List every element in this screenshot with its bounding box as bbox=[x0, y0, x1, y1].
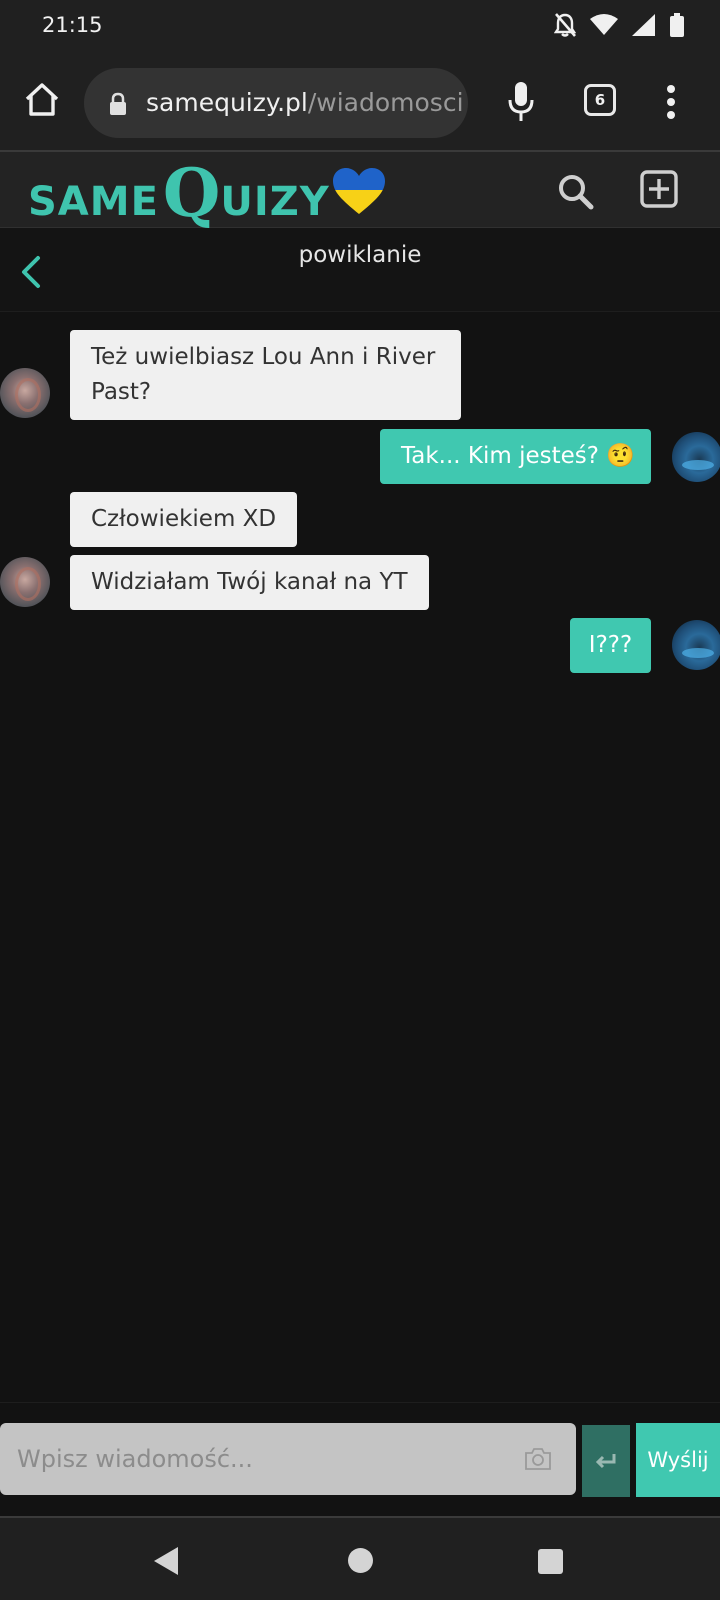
camera-icon[interactable] bbox=[524, 1447, 552, 1471]
samequizy-logo[interactable]: SAME Q UIZY bbox=[28, 156, 386, 226]
browser-toolbar: samequizy.pl/wiadomosci 6 bbox=[0, 54, 720, 152]
sender-avatar[interactable] bbox=[0, 557, 50, 607]
signal-icon bbox=[632, 14, 655, 36]
message-list: Też uwielbiasz Lou Ann i River Past? Tak… bbox=[0, 312, 720, 1402]
lock-icon bbox=[110, 92, 126, 115]
conversation-header: powiklanie bbox=[0, 228, 720, 312]
address-bar[interactable]: samequizy.pl/wiadomosci bbox=[84, 68, 468, 138]
url-path: /wiadomosci bbox=[307, 88, 464, 117]
message-incoming: Widziałam Twój kanał na YT bbox=[70, 555, 429, 610]
sender-avatar[interactable] bbox=[0, 368, 50, 418]
status-time: 21:15 bbox=[42, 13, 103, 37]
more-options-icon[interactable] bbox=[664, 84, 678, 120]
add-quiz-icon[interactable] bbox=[640, 170, 678, 208]
bell-off-icon bbox=[554, 13, 576, 37]
url-text: samequizy.pl/wiadomosci bbox=[146, 88, 464, 117]
tab-switcher-button[interactable]: 6 bbox=[584, 84, 616, 116]
send-button[interactable]: Wyślij bbox=[636, 1423, 720, 1497]
message-incoming: Też uwielbiasz Lou Ann i River Past? bbox=[70, 330, 461, 420]
site-header: SAME Q UIZY bbox=[0, 152, 720, 228]
message-outgoing: I??? bbox=[570, 618, 651, 673]
logo-uizy: UIZY bbox=[220, 179, 330, 225]
logo-q: Q bbox=[162, 154, 221, 232]
url-host: samequizy.pl bbox=[146, 88, 308, 117]
battery-icon bbox=[670, 13, 684, 37]
message-incoming: Człowiekiem XD bbox=[70, 492, 298, 547]
system-navigation-bar bbox=[0, 1516, 720, 1600]
enter-key-button[interactable] bbox=[582, 1425, 630, 1497]
ukraine-heart-icon bbox=[332, 168, 385, 214]
wifi-icon bbox=[590, 14, 618, 35]
my-avatar[interactable] bbox=[672, 432, 720, 482]
status-icons bbox=[554, 12, 684, 38]
enter-icon bbox=[595, 1454, 616, 1469]
microphone-icon[interactable] bbox=[506, 80, 536, 124]
conversation-title: powiklanie bbox=[298, 242, 422, 268]
message-input[interactable] bbox=[0, 1423, 576, 1495]
home-icon[interactable] bbox=[22, 80, 62, 120]
message-composer: Wyślij bbox=[0, 1402, 720, 1516]
status-bar: 21:15 bbox=[0, 0, 720, 54]
message-outgoing: Tak... Kim jesteś? 🤨 bbox=[380, 429, 651, 484]
nav-recents-icon[interactable] bbox=[538, 1549, 563, 1574]
my-avatar[interactable] bbox=[672, 620, 720, 670]
search-icon[interactable] bbox=[556, 172, 596, 212]
nav-back-icon[interactable] bbox=[152, 1546, 180, 1576]
nav-home-icon[interactable] bbox=[348, 1548, 373, 1573]
logo-same: SAME bbox=[28, 179, 159, 225]
